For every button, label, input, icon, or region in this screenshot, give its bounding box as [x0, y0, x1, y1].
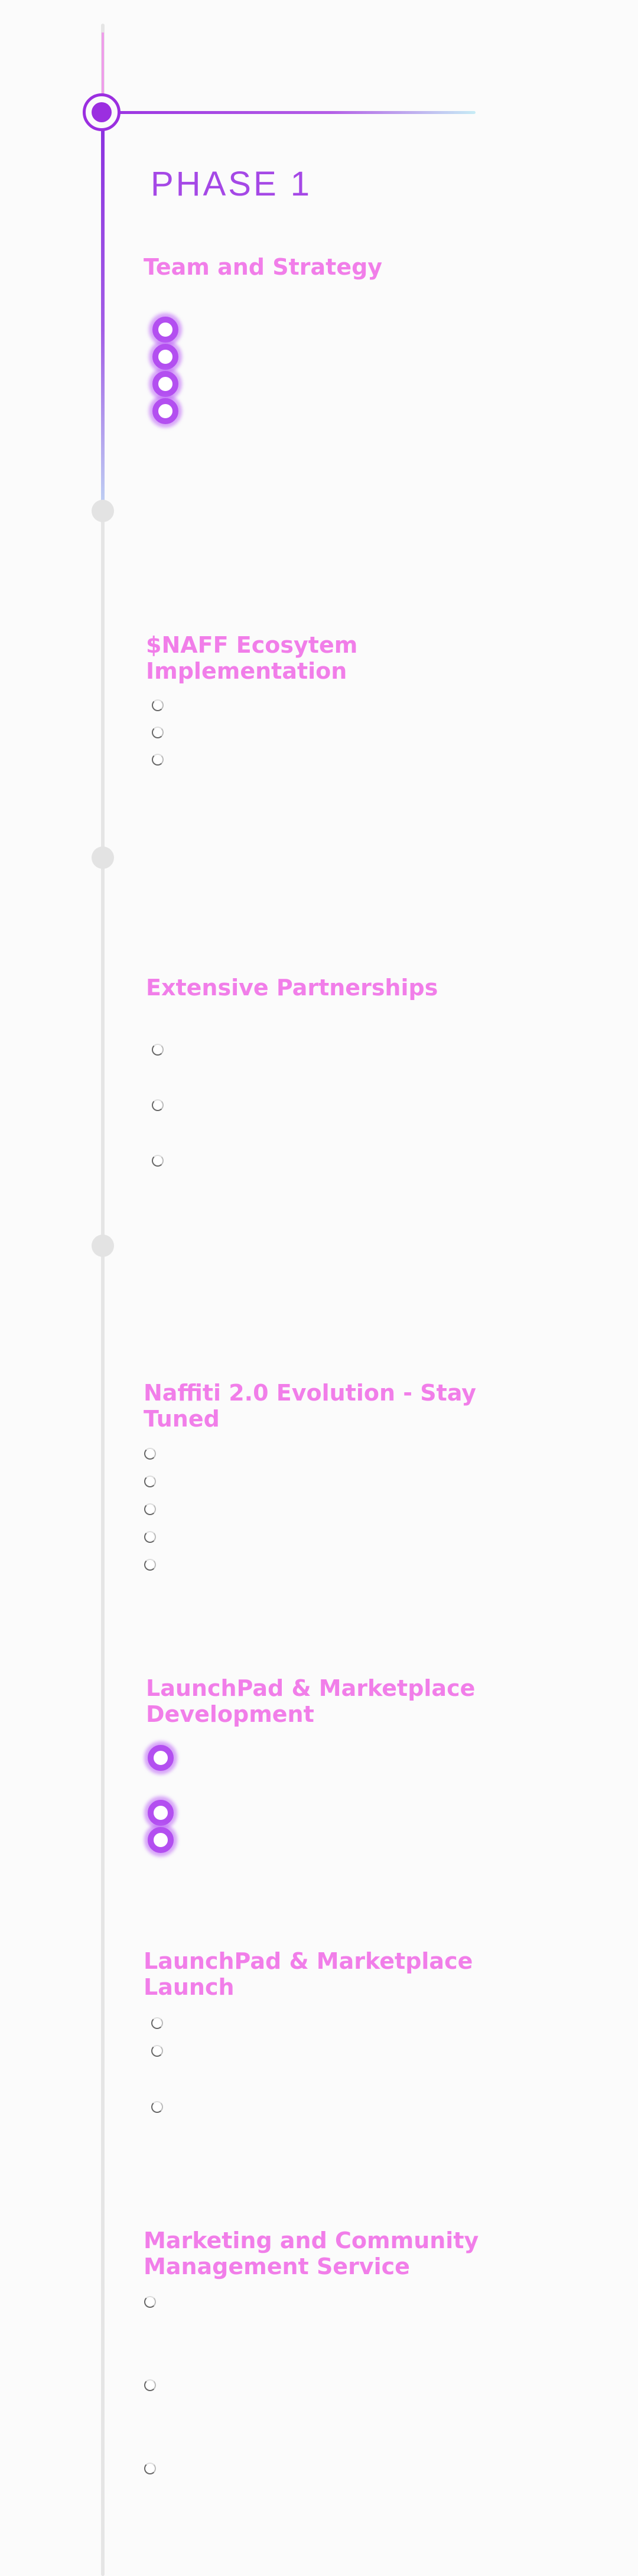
timeline-node-active-dot [92, 102, 112, 122]
timeline-rail-active [101, 112, 105, 508]
section-title-marketing-community: Marketing and Community Management Servi… [144, 2227, 479, 2279]
bullet-hollow [151, 2045, 163, 2057]
bullet-hollow [152, 1155, 164, 1167]
bullet-hollow [152, 699, 164, 711]
bullet-hollow [144, 2296, 156, 2308]
bullet-hollow [152, 754, 164, 766]
timeline-node[interactable] [92, 846, 114, 869]
bullet-hollow [151, 2101, 163, 2113]
timeline-connector-line [112, 111, 476, 114]
timeline-node[interactable] [92, 500, 114, 522]
bullet-hollow [152, 1044, 164, 1056]
bullet-hollow [152, 727, 164, 738]
section-title-partnerships: Extensive Partnerships [146, 975, 438, 1001]
section-title-launchpad-development: LaunchPad & Marketplace Development [146, 1675, 476, 1727]
section-title-team-strategy: Team and Strategy [144, 254, 383, 280]
section-title-launchpad-launch: LaunchPad & Marketplace Launch [144, 1948, 473, 2000]
bullet-hollow [144, 1531, 156, 1543]
bullet-hollow [144, 1448, 156, 1460]
bullet-glow [152, 344, 178, 370]
bullet-hollow [144, 1559, 156, 1571]
bullet-glow [152, 371, 178, 397]
bullet-glow [148, 1745, 174, 1771]
bullet-hollow [144, 2379, 156, 2391]
timeline-node[interactable] [92, 1235, 114, 1257]
bullet-hollow [144, 2463, 156, 2474]
section-title-naffiti-evolution: Naffiti 2.0 Evolution - Stay Tuned [144, 1380, 477, 1432]
bullet-glow [148, 1800, 174, 1826]
bullet-hollow [144, 1476, 156, 1487]
phase-title: PHASE 1 [151, 165, 312, 203]
bullet-hollow [151, 2017, 163, 2029]
bullet-hollow [144, 1503, 156, 1515]
section-title-naff-ecosystem: $NAFF Ecosytem Implementation [146, 632, 358, 684]
bullet-hollow [152, 1099, 164, 1111]
bullet-glow [152, 398, 178, 424]
bullet-glow [148, 1827, 174, 1853]
bullet-glow [152, 317, 178, 343]
